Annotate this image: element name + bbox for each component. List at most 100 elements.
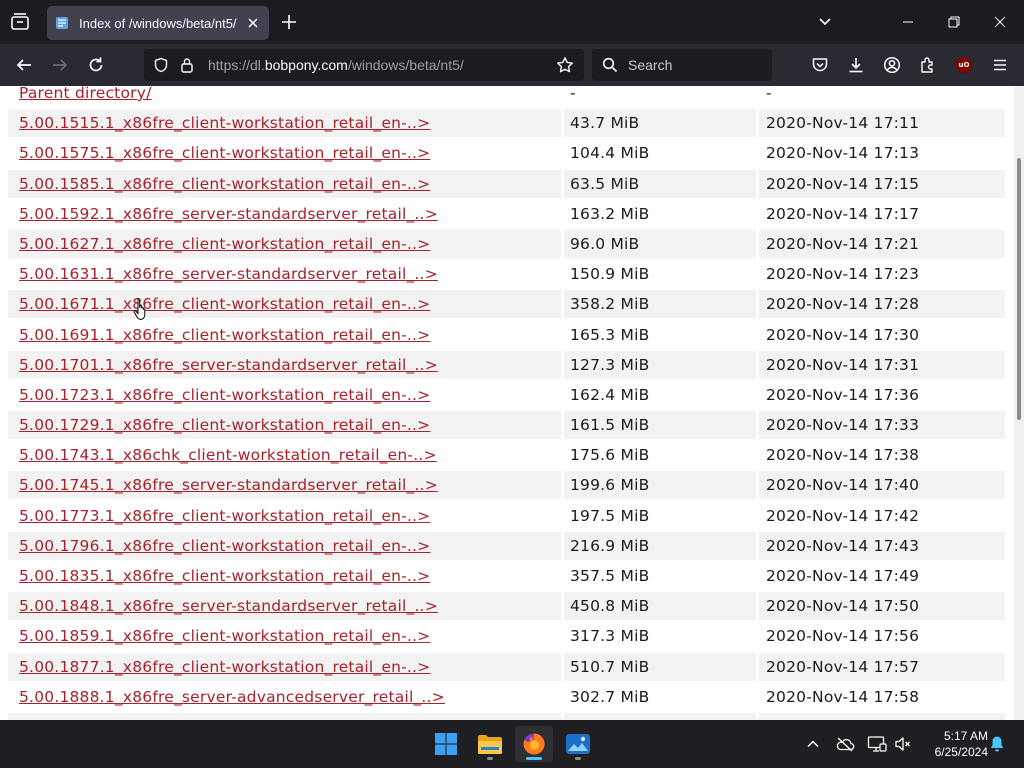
- reload-icon[interactable]: [84, 53, 108, 77]
- parent-directory-link[interactable]: Parent directory/: [19, 86, 152, 102]
- extensions-icon[interactable]: [916, 53, 940, 77]
- file-size-cell: 127.3 MiB: [564, 350, 756, 379]
- file-row: 5.00.1729.1_x86fre_client-workstation_re…: [8, 410, 1014, 440]
- scrollbar-thumb[interactable]: [1017, 158, 1021, 420]
- file-link[interactable]: 5.00.1585.1_x86fre_client-workstation_re…: [19, 175, 430, 193]
- file-link[interactable]: 5.00.1835.1_x86fre_client-workstation_re…: [19, 567, 430, 585]
- file-size-cell: 150.9 MiB: [570, 265, 650, 284]
- file-link[interactable]: 5.00.1848.1_x86fre_server-standardserver…: [19, 597, 438, 615]
- pocket-icon[interactable]: [808, 53, 832, 77]
- file-size-cell: 450.8 MiB: [564, 592, 756, 621]
- download-icon[interactable]: [844, 53, 868, 77]
- file-link[interactable]: 5.00.1877.1_x86fre_client-workstation_re…: [19, 658, 430, 676]
- file-row: 5.00.1848.1_x86fre_server-standardserver…: [8, 591, 1014, 621]
- url-text[interactable]: https://dl.bobpony.com/windows/beta/nt5/: [208, 57, 554, 73]
- restore-button[interactable]: [931, 0, 977, 44]
- file-date-cell: 2020-Nov-14 17:42: [766, 506, 920, 525]
- new-tab-button[interactable]: [279, 12, 299, 32]
- active-indicator: [526, 757, 542, 760]
- file-name-cell: 5.00.1627.1_x86fre_client-workstation_re…: [8, 229, 561, 258]
- file-link[interactable]: 5.00.1723.1_x86fre_client-workstation_re…: [19, 386, 430, 404]
- file-link[interactable]: 5.00.1515.1_x86fre_client-workstation_re…: [19, 114, 430, 132]
- search-bar[interactable]: Search: [592, 49, 772, 81]
- file-link[interactable]: 5.00.1796.1_x86fre_client-workstation_re…: [19, 537, 430, 555]
- parent-directory-row: Parent directory/ - -: [8, 86, 1014, 108]
- file-link[interactable]: 5.00.1627.1_x86fre_client-workstation_re…: [19, 235, 430, 253]
- file-date-cell: -: [766, 86, 772, 102]
- ublock-origin-icon[interactable]: uO: [952, 53, 976, 77]
- file-date-cell: 2020-Nov-14 17:57: [759, 652, 1005, 681]
- onedrive-icon[interactable]: [835, 734, 855, 754]
- file-row: 5.00.1835.1_x86fre_client-workstation_re…: [8, 561, 1014, 591]
- file-link[interactable]: 5.00.1592.1_x86fre_server-standardserver…: [19, 205, 438, 223]
- search-input[interactable]: Search: [628, 57, 672, 73]
- vertical-scrollbar[interactable]: [1014, 86, 1024, 720]
- clock-date: 6/25/2024: [934, 745, 988, 759]
- file-link[interactable]: 5.00.1743.1_x86chk_client-workstation_re…: [19, 446, 437, 464]
- notification-bell-icon[interactable]: [987, 734, 1007, 754]
- file-link[interactable]: 5.00.1631.1_x86fre_server-standardserver…: [19, 265, 438, 283]
- display-icon[interactable]: [867, 734, 887, 754]
- running-indicator: [487, 757, 493, 760]
- file-name-cell: 5.00.1877.1_x86fre_client-workstation_re…: [8, 652, 561, 681]
- file-row: 5.00.1877.1_x86fre_client-workstation_re…: [8, 652, 1014, 682]
- chevron-up-icon[interactable]: [803, 734, 823, 754]
- close-window-button[interactable]: [977, 0, 1023, 44]
- menu-icon[interactable]: [988, 53, 1012, 77]
- file-link[interactable]: 5.00.1671.1_x86fre_client-workstation_re…: [19, 295, 430, 313]
- file-name-cell: 5.00.1729.1_x86fre_client-workstation_re…: [8, 411, 561, 440]
- file-name-cell: 5.00.1859.1_x86fre_client-workstation_re…: [8, 622, 561, 650]
- file-name-cell: 5.00.1631.1_x86fre_server-standardserver…: [8, 260, 561, 288]
- file-name-cell: 5.00.1888.1_x86fre_server-advancedserver…: [8, 683, 561, 711]
- file-explorer-icon[interactable]: [471, 726, 509, 762]
- url-path: /windows/beta/nt5/: [347, 57, 464, 73]
- file-row: 5.00.1902.1_x86fre_client-workstation_re…: [8, 712, 1014, 720]
- star-icon[interactable]: [554, 54, 576, 76]
- file-row: 5.00.1743.1_x86chk_client-workstation_re…: [8, 440, 1014, 470]
- file-link[interactable]: 5.00.1729.1_x86fre_client-workstation_re…: [19, 416, 430, 434]
- file-name-cell: Parent directory/: [8, 86, 561, 107]
- lock-icon[interactable]: [176, 54, 198, 76]
- clock-time: 5:17 AM: [943, 729, 988, 743]
- directory-listing: Parent directory/ - - 5.00.1515.1_x86fre…: [8, 86, 1014, 720]
- file-name-cell: 5.00.1671.1_x86fre_client-workstation_re…: [8, 290, 561, 319]
- close-tab-icon[interactable]: [245, 15, 261, 31]
- file-link[interactable]: 5.00.1859.1_x86fre_client-workstation_re…: [19, 627, 430, 645]
- photos-icon[interactable]: [559, 726, 597, 762]
- tab-active[interactable]: Index of /windows/beta/nt5/: [47, 6, 269, 40]
- file-date-cell: 2020-Nov-14 17:38: [766, 446, 920, 465]
- file-link[interactable]: 5.00.1691.1_x86fre_client-workstation_re…: [19, 326, 430, 344]
- windows-start-icon[interactable]: [427, 726, 465, 762]
- search-icon: [600, 55, 620, 75]
- file-row: 5.00.1515.1_x86fre_client-workstation_re…: [8, 108, 1014, 138]
- minimize-button[interactable]: [885, 0, 931, 44]
- page-content: Parent directory/ - - 5.00.1515.1_x86fre…: [0, 86, 1024, 720]
- account-icon[interactable]: [880, 53, 904, 77]
- file-size-cell: 63.5 MiB: [564, 169, 756, 198]
- speaker-muted-icon[interactable]: [893, 734, 913, 754]
- file-link[interactable]: 5.00.1575.1_x86fre_client-workstation_re…: [19, 144, 430, 162]
- shield-icon[interactable]: [150, 54, 172, 76]
- file-size-cell: 358.2 MiB: [564, 290, 756, 319]
- file-link[interactable]: 5.00.1888.1_x86fre_server-advancedserver…: [19, 688, 445, 706]
- file-row: 5.00.1888.1_x86fre_server-advancedserver…: [8, 682, 1014, 712]
- file-link[interactable]: 5.00.1773.1_x86fre_client-workstation_re…: [19, 507, 430, 525]
- file-link[interactable]: 5.00.1701.1_x86fre_server-standardserver…: [19, 356, 438, 374]
- firefox-icon[interactable]: [515, 726, 553, 762]
- file-row: 5.00.1575.1_x86fre_client-workstation_re…: [8, 138, 1014, 168]
- back-arrow-icon[interactable]: [12, 53, 36, 77]
- file-link[interactable]: 5.00.1745.1_x86fre_server-standardserver…: [19, 476, 438, 494]
- tab-list-icon[interactable]: [8, 10, 32, 34]
- navigation-toolbar: https://dl.bobpony.com/windows/beta/nt5/…: [0, 44, 1024, 86]
- file-name-cell: 5.00.1745.1_x86fre_server-standardserver…: [8, 471, 561, 500]
- tab-overflow-chevron-icon[interactable]: [802, 0, 848, 44]
- system-clock[interactable]: 5:17 AM 6/25/2024: [918, 728, 988, 760]
- file-date-cell: 2020-Nov-14 17:23: [766, 265, 920, 284]
- file-size-cell: 304.7 MiB: [564, 712, 756, 720]
- address-bar[interactable]: https://dl.bobpony.com/windows/beta/nt5/: [144, 49, 584, 81]
- forward-arrow-icon[interactable]: [48, 53, 72, 77]
- file-row: 5.00.1723.1_x86fre_client-workstation_re…: [8, 380, 1014, 410]
- file-date-cell: 2020-Nov-14 17:58: [766, 687, 920, 706]
- file-size-cell: 161.5 MiB: [564, 411, 756, 440]
- file-name-cell: 5.00.1796.1_x86fre_client-workstation_re…: [8, 531, 561, 560]
